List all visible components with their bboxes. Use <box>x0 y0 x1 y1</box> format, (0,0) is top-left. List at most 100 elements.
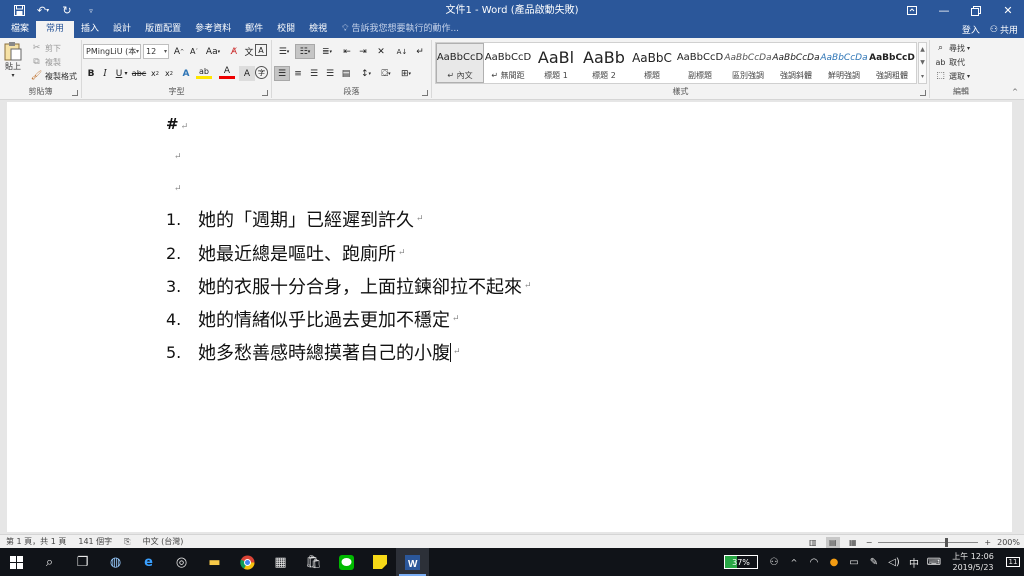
proofing-icon[interactable]: ⎘ <box>118 537 136 547</box>
font-color-icon[interactable]: A <box>219 66 235 79</box>
change-case-icon[interactable]: Aa ▾ <box>203 44 223 59</box>
print-layout-icon[interactable]: ▤ <box>825 536 840 548</box>
web-layout-icon[interactable]: ▦ <box>846 537 860 548</box>
tab-layout[interactable]: 版面配置 <box>138 21 188 38</box>
character-border-icon[interactable]: A <box>255 44 267 56</box>
format-painter-button[interactable]: 🖌︎ 複製格式 <box>30 70 77 83</box>
pinned-app-globe-icon[interactable]: ◍ <box>99 548 132 576</box>
font-size-select[interactable]: 12 ▾ <box>143 44 169 59</box>
grow-font-icon[interactable]: A ^ <box>171 44 187 59</box>
tab-mailings[interactable]: 郵件 <box>238 21 270 38</box>
clear-formatting-icon[interactable]: A̸ <box>226 44 242 59</box>
bullets-icon[interactable]: ☰ ▾ <box>274 44 294 59</box>
cut-button[interactable]: ✂ 剪下 <box>30 42 61 55</box>
styles-launcher-icon[interactable] <box>920 90 926 96</box>
word-count[interactable]: 141 個字 <box>72 536 118 547</box>
select-button[interactable]: ⬚ 選取 ▾ <box>934 70 970 83</box>
ribbon-display-options-icon[interactable] <box>896 0 928 21</box>
style-no-spacing[interactable]: AaBbCcD ↵ 無間距 <box>484 43 532 83</box>
shading-icon[interactable]: A <box>239 66 255 81</box>
language-indicator[interactable]: 中文 (台灣) <box>137 536 190 547</box>
increase-indent-icon[interactable]: ⇥ <box>355 44 371 59</box>
file-explorer-icon[interactable]: ▬ <box>198 548 231 576</box>
zoom-slider[interactable] <box>878 537 979 547</box>
close-icon[interactable]: ✕ <box>992 0 1024 21</box>
style-title[interactable]: AaBbC 標題 <box>628 43 676 83</box>
volume-icon[interactable]: ◁) <box>884 557 904 568</box>
tell-me-box[interactable]: 💡︎ 告訴我您想要執行的動作... <box>334 21 459 38</box>
wifi-icon[interactable]: ◠ <box>804 557 824 568</box>
numbering-icon[interactable]: ☷ ▾ <box>295 44 315 59</box>
page-count[interactable]: 第 1 頁，共 1 頁 <box>0 536 72 547</box>
copy-button[interactable]: ⧉ 複製 <box>30 56 61 69</box>
zoom-in-icon[interactable]: + <box>984 538 991 547</box>
style-strong[interactable]: AaBbCcD 強調粗體 <box>868 43 916 83</box>
minimize-icon[interactable]: — <box>928 0 960 21</box>
document-page[interactable]: # ↵ ↵ ↵ 1. 她的「週期」已經遲到許久 ↵ 2. 她最近總是嘔吐、跑廁所 … <box>7 102 1012 532</box>
scroll-up-icon[interactable]: ▲ <box>920 46 925 53</box>
tab-review[interactable]: 校閱 <box>270 21 302 38</box>
align-center-icon[interactable]: ≡ <box>290 66 306 81</box>
distributed-icon[interactable]: ▤ <box>338 66 354 81</box>
multilevel-list-icon[interactable]: ≣ ▾ <box>317 44 337 59</box>
ime-indicator[interactable]: 中 <box>904 555 924 570</box>
borders-icon[interactable]: ⊞ ▾ <box>396 66 416 81</box>
edge-browser-icon[interactable]: e <box>132 548 165 576</box>
underline-options-icon[interactable]: ▾ <box>122 66 130 81</box>
find-button[interactable]: ⌕ 尋找 ▾ <box>934 42 970 55</box>
word-app-icon[interactable]: W <box>396 548 429 576</box>
tab-references[interactable]: 參考資料 <box>188 21 238 38</box>
collapse-ribbon-icon[interactable]: ^ <box>1012 88 1018 96</box>
align-right-icon[interactable]: ☰ <box>306 66 322 81</box>
style-normal[interactable]: AaBbCcD ↵ 內文 <box>436 43 484 83</box>
paragraph-launcher-icon[interactable] <box>422 90 428 96</box>
line-spacing-icon[interactable]: ↕ ▾ <box>356 66 376 81</box>
replace-button[interactable]: ab 取代 <box>934 56 966 69</box>
font-launcher-icon[interactable] <box>262 90 268 96</box>
people-icon[interactable]: ⚇ <box>764 557 784 568</box>
chrome-icon[interactable] <box>231 548 264 576</box>
notification-center-icon[interactable]: 11 <box>1002 557 1024 567</box>
clock[interactable]: 上午 12:06 2019/5/23 <box>944 551 1002 573</box>
decrease-indent-icon[interactable]: ⇤ <box>339 44 355 59</box>
show-hide-icon[interactable]: ↵ <box>412 44 428 59</box>
strikethrough-icon[interactable]: abc <box>131 66 147 81</box>
highlight-color-icon[interactable]: ab <box>196 66 212 79</box>
tab-home[interactable]: 常用 <box>36 21 75 38</box>
app-tray-icon[interactable]: ● <box>824 557 844 568</box>
task-view-icon[interactable]: ❐ <box>66 548 99 576</box>
clipboard-launcher-icon[interactable] <box>72 90 78 96</box>
tab-design[interactable]: 設計 <box>106 21 138 38</box>
zoom-out-icon[interactable]: − <box>866 538 873 547</box>
superscript-icon[interactable]: x2 <box>161 66 177 81</box>
zoom-level[interactable]: 200% <box>997 538 1020 547</box>
redo-icon[interactable]: ↻ <box>56 1 78 20</box>
restore-icon[interactable] <box>960 0 992 21</box>
justify-icon[interactable]: ☰ <box>322 66 338 81</box>
pen-icon[interactable]: ✎ <box>864 557 884 568</box>
save-icon[interactable] <box>8 1 30 20</box>
style-intense-emphasis[interactable]: AaBbCcDa 鮮明強調 <box>820 43 868 83</box>
style-heading-1[interactable]: AaBl 標題 1 <box>532 43 580 83</box>
paste-button[interactable]: 貼上 ▾ <box>4 41 22 79</box>
undo-icon[interactable]: ↶ ▾ <box>32 1 54 20</box>
text-effects-icon[interactable]: A <box>178 66 194 81</box>
customize-icon[interactable]: ▿ <box>80 1 102 20</box>
network-icon[interactable]: ▭ <box>844 557 864 568</box>
font-name-select[interactable]: PMingLiU (本 ▾ <box>83 44 141 59</box>
shrink-font-icon[interactable]: Aˇ <box>186 44 202 59</box>
media-player-icon[interactable]: ◎ <box>165 548 198 576</box>
chinese-layout-icon[interactable]: ✕ <box>373 44 389 59</box>
tab-file[interactable]: 檔案 <box>4 21 36 38</box>
sticky-notes-icon[interactable] <box>363 548 396 576</box>
paragraph-shading-icon[interactable]: ⛋ ▾ <box>376 66 396 81</box>
scroll-down-icon[interactable]: ▼ <box>920 59 925 66</box>
enclose-characters-icon[interactable]: 字 <box>255 66 268 79</box>
calculator-icon[interactable]: ▦ <box>264 548 297 576</box>
style-subtle-emphasis[interactable]: AaBbCcDa 區別強調 <box>724 43 772 83</box>
show-hidden-icons-icon[interactable]: ^ <box>784 558 804 567</box>
store-icon[interactable]: 🛍︎ <box>297 548 330 576</box>
read-mode-icon[interactable]: ▥ <box>806 537 820 548</box>
line-app-icon[interactable] <box>330 548 363 576</box>
keyboard-icon[interactable]: ⌨ <box>924 557 944 568</box>
